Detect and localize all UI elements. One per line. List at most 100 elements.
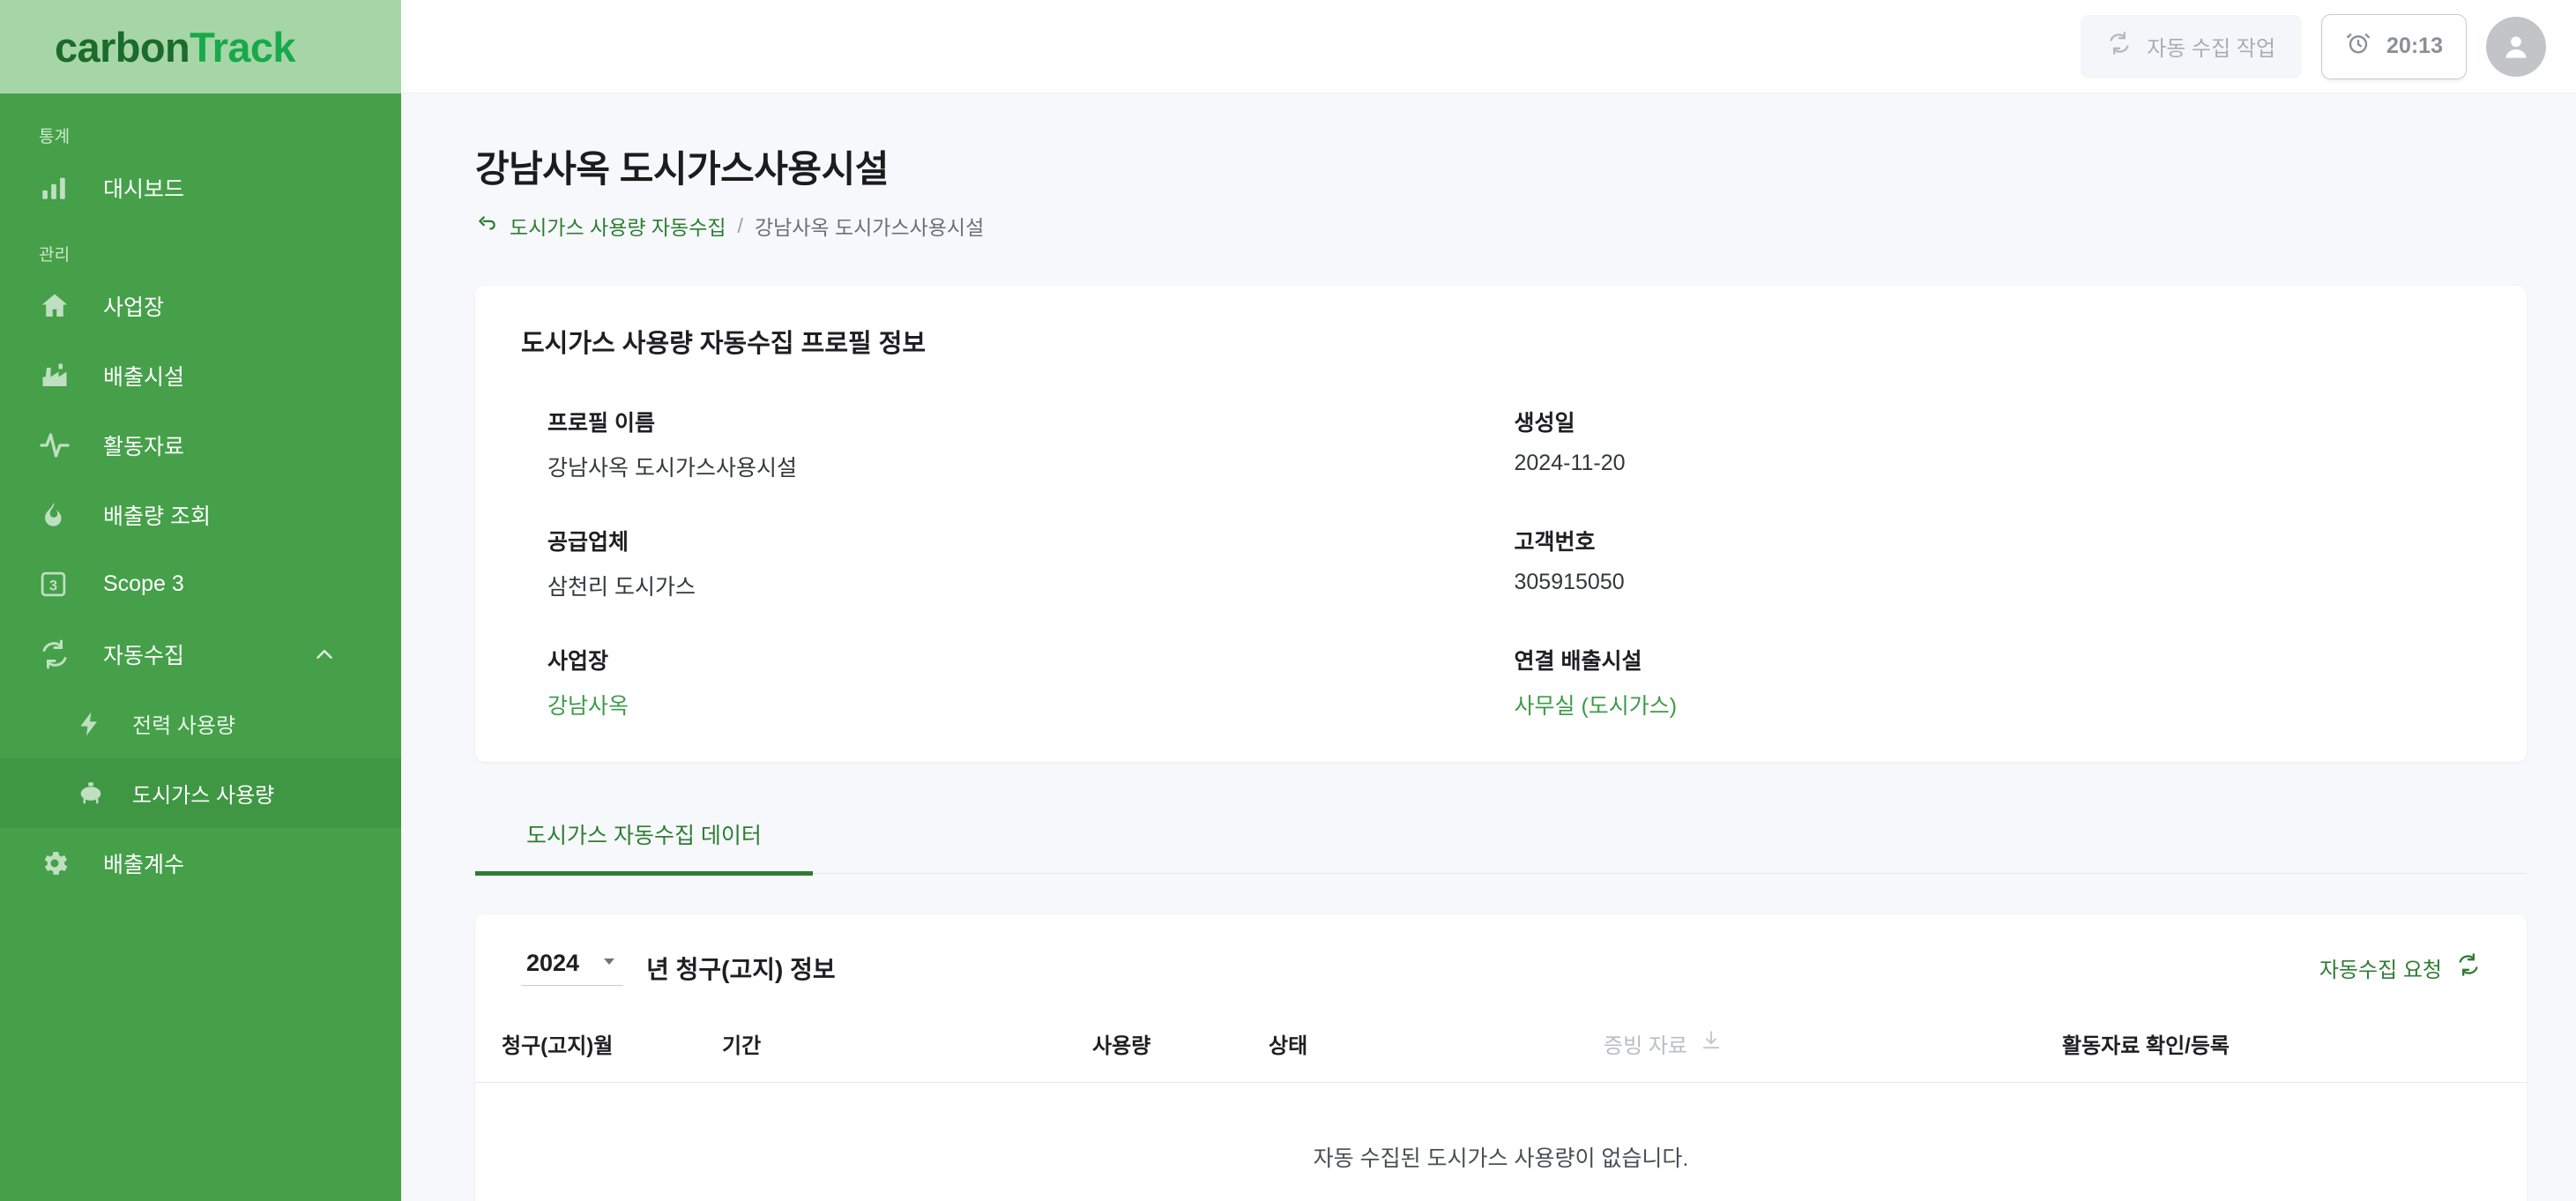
gear-icon xyxy=(39,847,79,879)
table-empty-row: 자동 수집된 도시가스 사용량이 없습니다. xyxy=(475,1083,2527,1201)
sidebar-item-dashboard[interactable]: 대시보드 xyxy=(0,153,401,222)
year-select-value: 2024 xyxy=(526,950,580,976)
field-label: 연결 배출시설 xyxy=(1514,649,1642,674)
chevron-up-icon[interactable] xyxy=(311,641,338,668)
profile-field-customer-number: 고객번호 305915050 xyxy=(1515,525,2482,601)
billing-info-card: 2024 년 청구(고지) 정보 자동수집 요청 청구(고지)월 기간 사용량 … xyxy=(475,914,2527,1201)
bolt-icon xyxy=(76,710,111,738)
sidebar-item-label: 도시가스 사용량 xyxy=(132,784,275,808)
sidebar-item-label: 사업장 xyxy=(103,295,165,320)
profile-field-name: 프로필 이름 강남사옥 도시가스사용시설 xyxy=(547,406,1515,482)
profile-info-card: 도시가스 사용량 자동수집 프로필 정보 프로필 이름 강남사옥 도시가스사용시… xyxy=(475,286,2527,762)
profile-field-workplace: 사업장 강남사옥 xyxy=(547,644,1515,720)
field-label: 프로필 이름 xyxy=(547,411,655,436)
field-value-link[interactable]: 사무실 (도시가스) xyxy=(1515,689,2482,720)
tab-bar: 도시가스 자동수집 데이터 xyxy=(475,818,2527,876)
alarm-clock-icon xyxy=(2345,30,2371,63)
sidebar-item-scope-3[interactable]: 3 Scope 3 xyxy=(0,549,401,619)
app-logo[interactable]: carbonTrack xyxy=(55,23,296,71)
column-label: 증빙 자료 xyxy=(1604,1034,1687,1058)
table-header-row: 청구(고지)월 기간 사용량 상태 증빙 자료 활동자료 확인/등록 xyxy=(475,1009,2527,1083)
request-auto-collection-label: 자동수집 요청 xyxy=(2319,959,2442,982)
clock-button[interactable]: 20:13 xyxy=(2321,13,2467,79)
billing-table-body: 자동 수집된 도시가스 사용량이 없습니다. xyxy=(475,1083,2527,1201)
column-label: 상태 xyxy=(1269,1034,1308,1058)
field-label: 생성일 xyxy=(1514,411,1575,436)
breadcrumb-separator: / xyxy=(737,213,743,237)
sidebar-item-label: 대시보드 xyxy=(103,176,185,202)
logo-text-carbon: carbon xyxy=(55,23,190,71)
column-header-billing-month[interactable]: 청구(고지)월 xyxy=(475,1009,722,1083)
field-label: 고객번호 xyxy=(1514,530,1596,555)
column-label: 기간 xyxy=(722,1034,762,1058)
activity-icon xyxy=(39,429,79,461)
sidebar-item-workplace[interactable]: 사업장 xyxy=(0,271,401,340)
field-label: 공급업체 xyxy=(547,530,629,555)
page-title: 강남사옥 도시가스사용시설 xyxy=(475,148,889,190)
page-content: 강남사옥 도시가스사용시설 도시가스 사용량 자동수집 / 강남사옥 도시가스사… xyxy=(401,93,2576,1201)
gas-tank-icon xyxy=(76,779,111,809)
column-label: 사용량 xyxy=(1092,1034,1151,1058)
profile-field-supplier: 공급업체 삼천리 도시가스 xyxy=(547,525,1515,601)
billing-info-title: 년 청구(고지) 정보 xyxy=(646,955,836,983)
auto-collect-job-button[interactable]: 자동 수집 작업 xyxy=(2081,14,2303,78)
breadcrumb-current: 강남사옥 도시가스사용시설 xyxy=(754,216,985,239)
sidebar-item-label: 배출계수 xyxy=(103,852,185,877)
breadcrumb: 도시가스 사용량 자동수집 / 강남사옥 도시가스사용시설 xyxy=(475,211,2527,241)
download-icon[interactable] xyxy=(1700,1029,1723,1058)
back-arrow-icon[interactable] xyxy=(475,212,498,240)
sidebar-item-electricity-usage[interactable]: 전력 사용량 xyxy=(0,689,401,758)
bar-chart-icon xyxy=(39,173,79,203)
sidebar-item-city-gas-usage[interactable]: 도시가스 사용량 xyxy=(0,758,401,828)
sidebar-item-emission-facility[interactable]: 배출시설 xyxy=(0,340,401,410)
empty-state-message: 자동 수집된 도시가스 사용량이 없습니다. xyxy=(1313,1146,1689,1171)
tab-city-gas-auto-collection-data[interactable]: 도시가스 자동수집 데이터 xyxy=(475,818,813,876)
year-select[interactable]: 2024 xyxy=(521,950,624,986)
sync-icon xyxy=(2456,952,2481,983)
sidebar: carbonTrack 통계 대시보드 관리 사업장 배출시설 활동자료 배출량… xyxy=(0,0,401,1201)
field-value: 2024-11-20 xyxy=(1514,451,1626,475)
column-label: 활동자료 확인/등록 xyxy=(2062,1034,2230,1058)
sidebar-section-label-management: 관리 xyxy=(39,246,71,265)
app-root: carbonTrack 통계 대시보드 관리 사업장 배출시설 활동자료 배출량… xyxy=(0,0,2576,1201)
breadcrumb-parent-link[interactable]: 도시가스 사용량 자동수집 xyxy=(510,211,726,241)
sidebar-item-label: Scope 3 xyxy=(103,571,184,596)
column-header-period[interactable]: 기간 xyxy=(722,1009,1092,1083)
profile-fields-grid: 프로필 이름 강남사옥 도시가스사용시설 생성일 2024-11-20 공급업체… xyxy=(521,406,2481,720)
home-icon xyxy=(39,290,79,322)
sync-icon xyxy=(39,638,79,670)
column-header-usage[interactable]: 사용량 xyxy=(1092,1009,1269,1083)
profile-field-created-date: 생성일 2024-11-20 xyxy=(1515,406,2482,482)
sidebar-item-emission-lookup[interactable]: 배출량 조회 xyxy=(0,480,401,549)
column-header-status[interactable]: 상태 xyxy=(1269,1009,1604,1083)
flame-icon xyxy=(39,500,79,530)
sidebar-item-label: 전력 사용량 xyxy=(132,714,236,738)
sidebar-item-emission-factor[interactable]: 배출계수 xyxy=(0,828,401,898)
sidebar-item-label: 활동자료 xyxy=(103,434,185,459)
billing-table: 청구(고지)월 기간 사용량 상태 증빙 자료 활동자료 확인/등록 자동 수집… xyxy=(475,1009,2527,1201)
caret-down-icon xyxy=(600,952,618,974)
column-header-evidence-file[interactable]: 증빙 자료 xyxy=(1604,1009,2062,1083)
profile-field-linked-facility: 연결 배출시설 사무실 (도시가스) xyxy=(1515,644,2482,720)
logo-band: carbonTrack xyxy=(0,0,401,93)
sync-icon xyxy=(2107,31,2132,62)
clock-time: 20:13 xyxy=(2386,34,2443,58)
request-auto-collection-button[interactable]: 자동수집 요청 xyxy=(2319,952,2481,983)
sidebar-section-label-statistics: 통계 xyxy=(39,128,71,146)
sidebar-item-auto-collection[interactable]: 자동수집 xyxy=(0,619,401,689)
column-label: 청구(고지)월 xyxy=(502,1034,614,1058)
user-avatar-icon[interactable] xyxy=(2486,16,2546,77)
auto-collect-job-label: 자동 수집 작업 xyxy=(2147,37,2276,61)
year-select-group: 2024 년 청구(고지) 정보 xyxy=(521,950,836,986)
field-value-link[interactable]: 강남사옥 xyxy=(547,689,1515,720)
sidebar-item-activity-data[interactable]: 활동자료 xyxy=(0,410,401,480)
field-value: 305915050 xyxy=(1514,570,1625,594)
field-label: 사업장 xyxy=(547,649,609,674)
column-header-activity-data-register[interactable]: 활동자료 확인/등록 xyxy=(2062,1009,2527,1083)
sidebar-item-label: 자동수집 xyxy=(103,643,185,668)
billing-table-header: 청구(고지)월 기간 사용량 상태 증빙 자료 활동자료 확인/등록 xyxy=(475,1009,2527,1083)
sidebar-nav: 통계 대시보드 관리 사업장 배출시설 활동자료 배출량 조회 3 Scope … xyxy=(0,93,401,898)
topbar: 자동 수집 작업 20:13 xyxy=(401,0,2576,93)
main-area: 자동 수집 작업 20:13 강남사옥 도시가스사용시설 도시가스 사용량 자동… xyxy=(401,0,2576,1201)
table-toolbar: 2024 년 청구(고지) 정보 자동수집 요청 xyxy=(475,914,2527,986)
